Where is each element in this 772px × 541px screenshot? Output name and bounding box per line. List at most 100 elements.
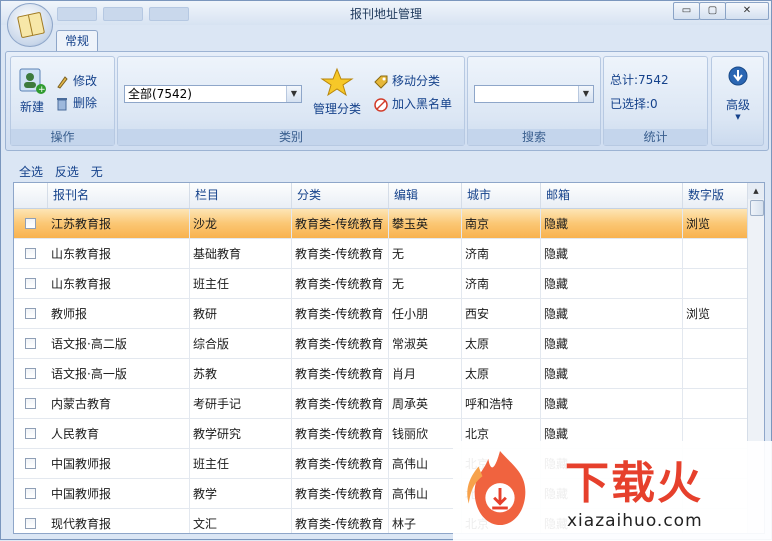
header-col[interactable]: 分类 (292, 183, 389, 208)
header-col[interactable]: 城市 (462, 183, 541, 208)
app-window: 报刊地址管理 ▭ ▢ ✕ 常规 + 新建 修改 删除 操作 全部(7542) ▼ … (0, 0, 772, 541)
move-category-button[interactable]: 移动分类 (374, 71, 440, 91)
group-label-search: 搜索 (468, 129, 600, 145)
category-combo[interactable]: 全部(7542) ▼ (124, 85, 302, 103)
cell-category: 教育类-传统教育 (292, 209, 389, 239)
cell-city: 南京 (462, 209, 541, 239)
cell-category: 教育类-传统教育 (292, 479, 389, 509)
cell-email: 隐藏 (541, 239, 683, 269)
cell-email: 隐藏 (541, 389, 683, 419)
advanced-button[interactable]: 高级 ▼ (716, 65, 760, 121)
table-row[interactable]: 江苏教育报 沙龙 教育类-传统教育 攀玉英 南京 隐藏 浏览 (14, 209, 750, 239)
cell-column: 基础教育 (190, 239, 292, 269)
row-checkbox[interactable] (25, 248, 36, 259)
blacklist-button[interactable]: 加入黑名单 (374, 94, 452, 114)
total-count: 总计:7542 (610, 73, 669, 87)
scroll-up-icon[interactable]: ▲ (748, 183, 764, 199)
chevron-down-icon[interactable]: ▼ (286, 86, 301, 102)
row-checkbox[interactable] (25, 368, 36, 379)
cell-column: 沙龙 (190, 209, 292, 239)
table-row[interactable]: 语文报·高一版 苏教 教育类-传统教育 肖月 太原 隐藏 (14, 359, 750, 389)
row-checkbox[interactable] (25, 308, 36, 319)
table-row[interactable]: 山东教育报 班主任 教育类-传统教育无济南 隐藏 (14, 269, 750, 299)
row-checkbox[interactable] (25, 218, 36, 229)
header-col[interactable]: 编辑 (389, 183, 462, 208)
app-menu-orb[interactable] (7, 3, 53, 47)
group-label-operate: 操作 (11, 129, 114, 145)
grid-header: 报刊名 栏目 分类 编辑 城市 邮箱 数字版 (14, 183, 750, 209)
select-invert-link[interactable]: 反选 (55, 165, 79, 179)
cell-category: 教育类-传统教育 (292, 509, 389, 533)
minimize-button[interactable]: ▭ (673, 2, 700, 20)
cell-name: 江苏教育报 (48, 209, 190, 239)
header-checkbox-col[interactable] (14, 183, 48, 208)
manage-category-button[interactable]: 管理分类 (308, 67, 366, 117)
cell-category: 教育类-传统教育 (292, 299, 389, 329)
cell-column: 文汇 (190, 509, 292, 533)
cell-column: 班主任 (190, 269, 292, 299)
cell-email: 隐藏 (541, 329, 683, 359)
edit-button[interactable]: 修改 (55, 71, 97, 91)
title-bar: 报刊地址管理 ▭ ▢ ✕ (1, 1, 771, 25)
group-stats: 总计:7542 已选择:0 统计 (603, 56, 708, 146)
cell-editor: 钱丽欣 (389, 419, 462, 449)
maximize-button[interactable]: ▢ (699, 2, 726, 20)
cell-editor: 攀玉英 (389, 209, 462, 239)
down-arrow-circle-icon (728, 66, 748, 86)
svg-text:+: + (38, 85, 46, 95)
header-col[interactable]: 报刊名 (48, 183, 190, 208)
cell-digital (683, 239, 750, 269)
cell-city: 济南 (462, 269, 541, 299)
cell-column: 考研手记 (190, 389, 292, 419)
row-checkbox[interactable] (25, 518, 36, 529)
blacklist-icon (374, 97, 388, 112)
new-button[interactable]: + 新建 (15, 65, 49, 115)
table-row[interactable]: 教师报 教研 教育类-传统教育 任小朋 西安 隐藏 浏览 (14, 299, 750, 329)
cell-name: 内蒙古教育 (48, 389, 190, 419)
watermark-title: 下载火 (565, 458, 703, 509)
select-all-link[interactable]: 全选 (19, 165, 43, 179)
trash-icon (55, 97, 69, 111)
cell-city: 西安 (462, 299, 541, 329)
select-none-link[interactable]: 无 (91, 165, 103, 179)
cell-name: 中国教师报 (48, 449, 190, 479)
tab-general[interactable]: 常规 (56, 30, 98, 51)
cell-category: 教育类-传统教育 (292, 329, 389, 359)
move-category-label: 移动分类 (392, 74, 441, 88)
table-row[interactable]: 山东教育报 基础教育 教育类-传统教育无济南 隐藏 (14, 239, 750, 269)
row-checkbox[interactable] (25, 458, 36, 469)
cell-digital[interactable]: 浏览 (683, 299, 750, 329)
cell-editor: 肖月 (389, 359, 462, 389)
star-icon (320, 67, 354, 97)
cell-digital (683, 359, 750, 389)
blacklist-label: 加入黑名单 (392, 97, 453, 111)
chevron-down-icon[interactable]: ▼ (578, 86, 593, 102)
cell-digital[interactable]: 浏览 (683, 209, 750, 239)
row-checkbox[interactable] (25, 278, 36, 289)
cell-editor: 无 (389, 239, 462, 269)
cell-column: 教研 (190, 299, 292, 329)
header-col[interactable]: 栏目 (190, 183, 292, 208)
group-label-category: 类别 (118, 129, 464, 145)
category-combo-value: 全部(7542) (128, 87, 192, 101)
delete-button[interactable]: 删除 (55, 93, 97, 113)
table-row[interactable]: 内蒙古教育 考研手记 教育类-传统教育 周承英 呼和浩特 隐藏 (14, 389, 750, 419)
ribbon: + 新建 修改 删除 操作 全部(7542) ▼ 管理分类 移动分类 加入黑名单 … (5, 51, 769, 151)
search-combo[interactable]: ▼ (474, 85, 594, 103)
header-col[interactable]: 数字版 (683, 183, 750, 208)
cell-editor: 无 (389, 269, 462, 299)
watermark-url: xiazaihuo.com (567, 511, 703, 531)
close-button[interactable]: ✕ (725, 2, 769, 20)
cell-editor: 周承英 (389, 389, 462, 419)
table-row[interactable]: 语文报·高二版 综合版 教育类-传统教育 常淑英 太原 隐藏 (14, 329, 750, 359)
row-checkbox[interactable] (25, 428, 36, 439)
edit-button-label: 修改 (73, 74, 98, 88)
cell-column: 教学研究 (190, 419, 292, 449)
scroll-thumb[interactable] (750, 200, 764, 216)
row-checkbox[interactable] (25, 398, 36, 409)
row-checkbox[interactable] (25, 488, 36, 499)
row-checkbox[interactable] (25, 338, 36, 349)
header-col[interactable]: 邮箱 (541, 183, 683, 208)
cell-name: 人民教育 (48, 419, 190, 449)
dropdown-arrow-icon: ▼ (735, 113, 741, 121)
